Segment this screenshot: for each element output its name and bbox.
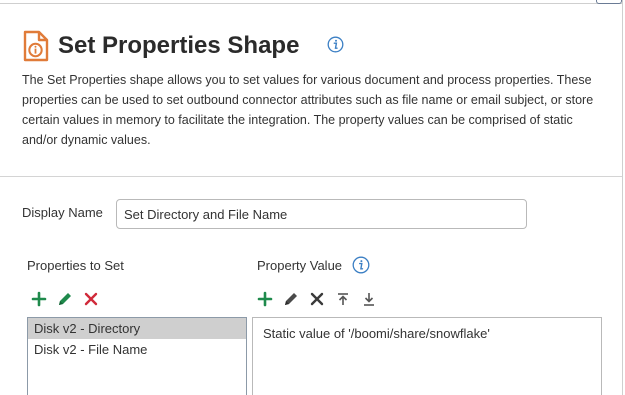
page-title: Set Properties Shape [58, 32, 300, 59]
close-icon[interactable] [309, 291, 325, 307]
set-properties-dialog: Set Properties Shape The Set Properties … [0, 0, 625, 395]
move-to-top-icon[interactable] [335, 291, 351, 307]
shape-description: The Set Properties shape allows you to s… [22, 73, 594, 147]
set-properties-shape-icon [22, 30, 50, 62]
info-icon[interactable] [352, 256, 370, 274]
list-item[interactable]: Static value of '/boomi/share/snowflake' [263, 326, 490, 341]
property-value-toolbar [257, 291, 387, 307]
pencil-icon[interactable] [283, 291, 299, 307]
properties-to-set-label: Properties to Set [27, 258, 124, 273]
dialog-right-border [622, 0, 623, 395]
info-icon[interactable] [327, 36, 344, 53]
close-icon[interactable] [83, 291, 99, 307]
display-name-input[interactable] [116, 199, 527, 229]
list-item[interactable]: Disk v2 - File Name [28, 339, 246, 360]
plus-icon[interactable] [257, 291, 273, 307]
properties-list: Disk v2 - Directory Disk v2 - File Name [27, 317, 247, 395]
pencil-icon[interactable] [57, 291, 73, 307]
property-value-label: Property Value [257, 258, 343, 273]
plus-icon[interactable] [31, 291, 47, 307]
display-name-label: Display Name [22, 205, 103, 220]
move-down-icon[interactable] [361, 291, 377, 307]
properties-toolbar [31, 291, 109, 307]
dialog-header: Set Properties Shape The Set Properties … [0, 4, 622, 177]
list-item[interactable]: Disk v2 - Directory [28, 318, 246, 339]
property-value-list: Static value of '/boomi/share/snowflake' [252, 317, 602, 395]
